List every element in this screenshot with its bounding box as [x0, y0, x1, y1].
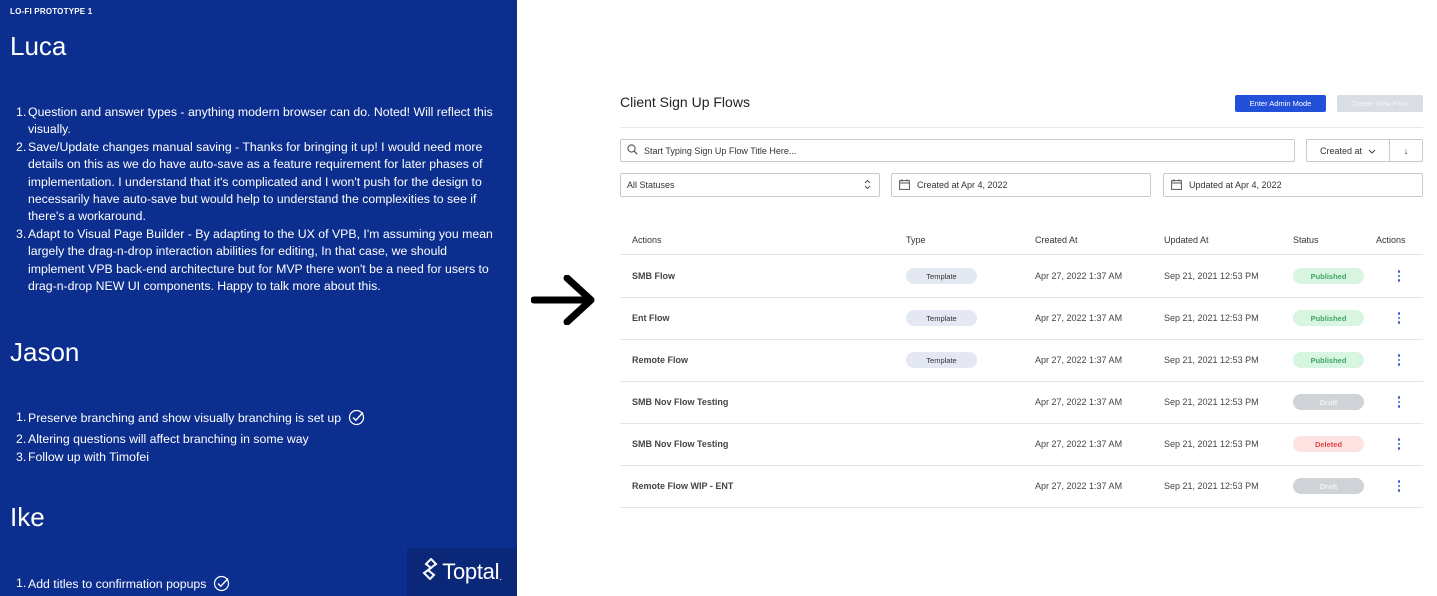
calendar-icon	[1171, 178, 1182, 192]
created-at: Apr 27, 2022 1:37 AM	[1035, 481, 1123, 491]
kebab-menu-icon[interactable]	[1398, 465, 1401, 507]
updated-at: Sep 21, 2021 12:53 PM	[1164, 481, 1259, 491]
created-at: Apr 27, 2022 1:37 AM	[1035, 313, 1123, 323]
note-item: 2. Save/Update changes manual saving - T…	[16, 139, 483, 224]
toptal-logo-icon	[422, 557, 442, 586]
column-header-status[interactable]: Status	[1293, 235, 1319, 245]
sort-direction-icon[interactable]: ↓	[1390, 140, 1422, 161]
updated-at: Sep 21, 2021 12:53 PM	[1164, 397, 1259, 407]
table-row[interactable]: SMB Nov Flow Testing Apr 27, 2022 1:37 A…	[620, 423, 1423, 466]
table-row[interactable]: SMB Nov Flow Testing Apr 27, 2022 1:37 A…	[620, 381, 1423, 424]
divider	[620, 127, 1423, 128]
note-item: 3. Follow up with Timofei	[16, 449, 149, 464]
search-placeholder: Start Typing Sign Up Flow Title Here...	[644, 145, 797, 156]
table-row[interactable]: SMB Flow Template Apr 27, 2022 1:37 AM S…	[620, 255, 1423, 298]
flow-name[interactable]: SMB Nov Flow Testing	[632, 381, 728, 423]
kebab-menu-icon[interactable]	[1398, 255, 1401, 297]
updated-at: Sep 21, 2021 12:53 PM	[1164, 355, 1259, 365]
column-header-type[interactable]: Type	[906, 235, 926, 245]
flow-name[interactable]: SMB Nov Flow Testing	[632, 423, 728, 465]
table-row[interactable]: Remote Flow Template Apr 27, 2022 1:37 A…	[620, 339, 1423, 382]
enter-admin-mode-button[interactable]: Enter Admin Mode	[1235, 95, 1326, 112]
created-at: Apr 27, 2022 1:37 AM	[1035, 397, 1123, 407]
toptal-logo: Toptal.	[407, 548, 517, 596]
luca-notes: 1. Question and answer types - anything …	[16, 104, 493, 295]
section-name-ike: Ike	[10, 502, 45, 532]
created-date-filter[interactable]: Created at Apr 4, 2022	[891, 173, 1151, 197]
section-name-luca: Luca	[10, 31, 67, 61]
updated-at: Sep 21, 2021 12:53 PM	[1164, 271, 1259, 281]
page-title: Client Sign Up Flows	[620, 94, 750, 110]
select-arrows-icon	[864, 179, 871, 192]
note-item: 2. Altering questions will affect branch…	[16, 432, 309, 447]
updated-date-filter[interactable]: Updated at Apr 4, 2022	[1163, 173, 1423, 197]
flow-name[interactable]: Ent Flow	[632, 297, 670, 339]
status-badge: Deleted	[1293, 436, 1364, 452]
toptal-logo-text: Toptal	[442, 559, 500, 584]
created-at: Apr 27, 2022 1:37 AM	[1035, 271, 1123, 281]
sort-control[interactable]: Created at ↓	[1306, 139, 1423, 162]
note-item: 1. Add titles to confirmation popups	[16, 575, 230, 596]
jason-notes: 1. Preserve branching and show visually …	[16, 409, 365, 466]
kebab-menu-icon[interactable]	[1398, 423, 1401, 465]
status-badge: Published	[1293, 310, 1364, 326]
column-header-created-at[interactable]: Created At	[1035, 235, 1078, 245]
type-badge: Template	[906, 268, 977, 284]
kebab-menu-icon[interactable]	[1398, 297, 1401, 339]
status-filter-select[interactable]: All Statuses	[620, 173, 880, 197]
notes-panel: LO-FI PROTOTYPE 1 Luca 1. Question and a…	[0, 0, 517, 596]
right-arrow-icon	[530, 274, 597, 330]
column-header-updated-at[interactable]: Updated At	[1164, 235, 1209, 245]
check-circle-icon	[348, 409, 365, 431]
flow-name[interactable]: Remote Flow WIP - ENT	[632, 465, 733, 507]
status-badge: Draft	[1293, 478, 1364, 494]
flow-name[interactable]: SMB Flow	[632, 255, 675, 297]
updated-at: Sep 21, 2021 12:53 PM	[1164, 313, 1259, 323]
check-circle-icon	[213, 575, 230, 596]
column-header-actions[interactable]: Actions	[632, 235, 662, 245]
flow-name[interactable]: Remote Flow	[632, 339, 688, 381]
search-input[interactable]: Start Typing Sign Up Flow Title Here...	[620, 139, 1295, 162]
search-icon	[627, 144, 638, 157]
calendar-icon	[899, 178, 910, 192]
column-header-row-actions: Actions	[1376, 235, 1406, 245]
prototype-label: LO-FI PROTOTYPE 1	[10, 7, 93, 16]
type-badge: Template	[906, 352, 977, 368]
section-name-jason: Jason	[10, 337, 80, 367]
table-row[interactable]: Ent Flow Template Apr 27, 2022 1:37 AM S…	[620, 297, 1423, 340]
create-new-flow-button[interactable]: Create New Flow	[1337, 95, 1423, 112]
updated-at: Sep 21, 2021 12:53 PM	[1164, 439, 1259, 449]
chevron-down-icon	[1368, 146, 1376, 156]
kebab-menu-icon[interactable]	[1398, 339, 1401, 381]
note-item: 3. Adapt to Visual Page Builder - By ada…	[16, 226, 493, 294]
note-item: 1. Question and answer types - anything …	[16, 105, 493, 137]
note-item: 1. Preserve branching and show visually …	[16, 409, 365, 431]
type-badge: Template	[906, 310, 977, 326]
kebab-menu-icon[interactable]	[1398, 381, 1401, 423]
created-at: Apr 27, 2022 1:37 AM	[1035, 439, 1123, 449]
ike-notes: 1. Add titles to confirmation popups	[16, 575, 230, 596]
status-badge: Published	[1293, 352, 1364, 368]
table-row[interactable]: Remote Flow WIP - ENT Apr 27, 2022 1:37 …	[620, 465, 1423, 508]
sort-field-select[interactable]: Created at	[1307, 140, 1390, 161]
status-badge: Draft	[1293, 394, 1364, 410]
created-at: Apr 27, 2022 1:37 AM	[1035, 355, 1123, 365]
status-badge: Published	[1293, 268, 1364, 284]
